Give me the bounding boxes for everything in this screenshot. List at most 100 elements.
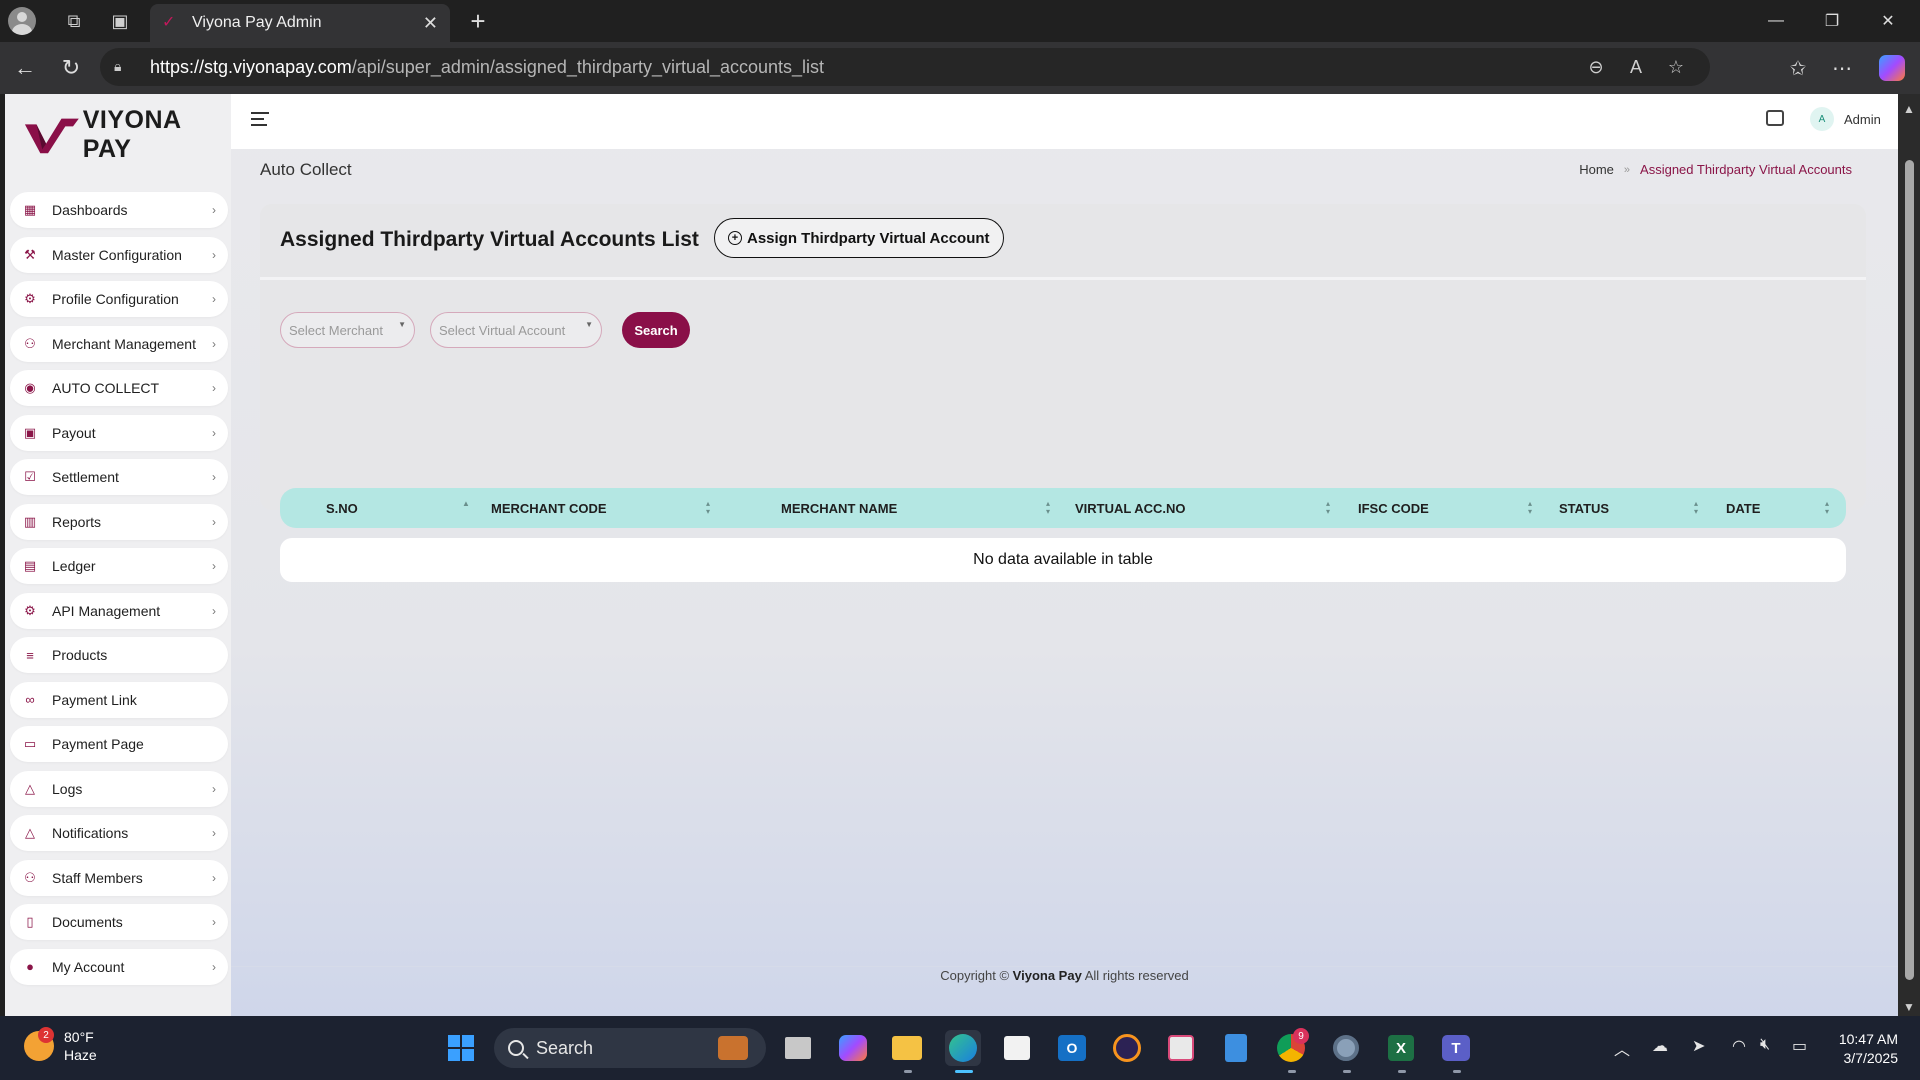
page-title: Auto Collect bbox=[260, 160, 352, 179]
close-window-icon[interactable]: ✕ bbox=[1860, 0, 1916, 42]
profile-icon[interactable] bbox=[0, 0, 44, 42]
copilot-icon[interactable] bbox=[1872, 48, 1912, 88]
wallet-icon[interactable] bbox=[1766, 110, 1784, 126]
sidebar-item-master-configuration[interactable]: ⚒ Master Configuration › bbox=[10, 236, 228, 273]
workspaces-icon[interactable]: ⧉ bbox=[52, 0, 96, 42]
sidebar-item-label: Products bbox=[52, 647, 108, 663]
zoom-icon[interactable]: ⊖ bbox=[1576, 57, 1616, 78]
app-running-indicator bbox=[904, 1070, 912, 1073]
chrome-icon[interactable]: 9 bbox=[1273, 1028, 1309, 1066]
sidebar-item-label: Master Configuration bbox=[52, 246, 182, 263]
edge-browser-icon[interactable] bbox=[945, 1030, 981, 1066]
search-button[interactable]: Search bbox=[622, 312, 690, 348]
breadcrumb-current: Assigned Thirdparty Virtual Accounts bbox=[1640, 162, 1852, 177]
scroll-down-icon[interactable]: ▼ bbox=[1903, 1000, 1915, 1014]
sidebar-item-api-management[interactable]: ⚙ API Management › bbox=[10, 592, 228, 629]
taskbar-search[interactable]: Search bbox=[494, 1028, 766, 1068]
file-explorer-icon[interactable] bbox=[889, 1030, 925, 1066]
scrollbar-thumb[interactable] bbox=[1905, 160, 1914, 980]
start-button[interactable] bbox=[443, 1030, 479, 1066]
more-options-icon[interactable]: ⋯ bbox=[1822, 48, 1862, 88]
sidebar-item-merchant-management[interactable]: ⚇ Merchant Management › bbox=[10, 325, 228, 362]
sidebar-item-notifications[interactable]: △ Notifications › bbox=[10, 815, 228, 851]
sidebar-item-profile-configuration[interactable]: ⚙ Profile Configuration › bbox=[10, 281, 228, 317]
sidebar-item-my-account[interactable]: ● My Account › bbox=[10, 948, 228, 985]
battery-icon[interactable]: ▭ bbox=[1792, 1036, 1807, 1056]
wifi-icon[interactable]: ◠ bbox=[1732, 1036, 1746, 1056]
merchant-select-placeholder: Select Merchant bbox=[289, 322, 383, 338]
tab-actions-icon[interactable]: ▣ bbox=[98, 0, 142, 42]
table-header-row: S.NO ▲ MERCHANT CODE ▴ ▾ MERCHANT NAME ▴ ▾… bbox=[280, 488, 1846, 528]
users-icon: ⚇ bbox=[24, 335, 36, 351]
sidebar-item-payment-link[interactable]: ∞ Payment Link bbox=[10, 681, 228, 718]
outlook-icon[interactable]: O bbox=[1054, 1030, 1090, 1066]
favorite-star-icon[interactable]: ☆ bbox=[1656, 57, 1696, 78]
excel-icon[interactable]: X bbox=[1383, 1030, 1419, 1066]
column-header-virtual-acc-no[interactable]: VIRTUAL ACC.NO ▴ ▾ bbox=[1075, 488, 1335, 528]
grid-icon: ▦ bbox=[23, 202, 37, 217]
virtual-account-select[interactable]: Select Virtual Account ▼ bbox=[430, 312, 602, 348]
close-tab-icon[interactable]: ✕ bbox=[423, 13, 438, 34]
sidebar-item-payment-page[interactable]: ▭ Payment Page bbox=[10, 726, 228, 762]
microsoft-store-icon[interactable] bbox=[999, 1030, 1035, 1066]
read-aloud-icon[interactable]: A bbox=[1616, 57, 1656, 78]
sidebar-item-products[interactable]: ≡ Products bbox=[10, 637, 228, 673]
sidebar-item-payout[interactable]: ▣ Payout › bbox=[10, 414, 228, 451]
column-header-sno[interactable]: S.NO ▲ bbox=[326, 488, 486, 528]
restore-window-icon[interactable]: ❐ bbox=[1804, 0, 1860, 42]
user-name[interactable]: Admin bbox=[1844, 112, 1881, 127]
location-icon[interactable]: ➤ bbox=[1692, 1036, 1705, 1056]
minimize-window-icon[interactable]: — bbox=[1748, 0, 1804, 42]
eclipse-icon[interactable] bbox=[1109, 1030, 1145, 1066]
weather-widget[interactable]: 2 80°F Haze bbox=[24, 1027, 97, 1064]
back-arrow-icon[interactable]: ← bbox=[2, 48, 48, 88]
system-clock[interactable]: 10:47 AM 3/7/2025 bbox=[1830, 1030, 1898, 1068]
browser-tab-active[interactable]: ✓ Viyona Pay Admin ✕ bbox=[150, 4, 450, 42]
settings-icon[interactable] bbox=[1328, 1030, 1364, 1066]
menu-toggle-icon[interactable] bbox=[251, 112, 269, 126]
volume-muted-icon[interactable]: 🔇︎ bbox=[1760, 1036, 1770, 1054]
app-running-indicator bbox=[1343, 1070, 1351, 1073]
scroll-up-icon[interactable]: ▲ bbox=[1903, 102, 1915, 116]
column-header-date[interactable]: DATE ▴ ▾ bbox=[1726, 488, 1836, 528]
weather-description: Haze bbox=[64, 1047, 97, 1063]
column-header-status[interactable]: STATUS ▴ ▾ bbox=[1559, 488, 1709, 528]
favorites-icon[interactable]: ✩ bbox=[1778, 48, 1818, 88]
sidebar-item-ledger[interactable]: ▤ Ledger › bbox=[10, 548, 228, 584]
site-info-icon[interactable]: 🔒︎ bbox=[114, 58, 132, 76]
sort-icon: ▴ ▾ bbox=[1694, 499, 1699, 516]
onedrive-icon[interactable]: ☁ bbox=[1652, 1036, 1668, 1056]
merchant-select[interactable]: Select Merchant ▼ bbox=[280, 312, 415, 348]
chevron-right-icon: › bbox=[212, 514, 216, 529]
bar-chart-icon: ▥ bbox=[23, 513, 37, 529]
teams-icon[interactable]: T bbox=[1438, 1030, 1474, 1066]
url-field[interactable]: 🔒︎ https://stg.viyonapay.com/api/super_a… bbox=[100, 48, 1710, 86]
page-scrollbar[interactable]: ▲ ▼ bbox=[1898, 94, 1920, 1016]
task-view-icon[interactable] bbox=[780, 1030, 816, 1066]
sidebar-item-staff-members[interactable]: ⚇ Staff Members › bbox=[10, 859, 228, 896]
column-header-merchant-code[interactable]: MERCHANT CODE ▴ ▾ bbox=[491, 488, 721, 528]
snipping-tool-icon[interactable] bbox=[1163, 1030, 1199, 1066]
viyona-pay-logo[interactable]: VIYONA PAY bbox=[23, 106, 231, 163]
sidebar-item-settlement[interactable]: ☑ Settlement › bbox=[10, 459, 228, 495]
sidebar-item-logs[interactable]: △ Logs › bbox=[10, 770, 228, 807]
breadcrumb-home[interactable]: Home bbox=[1579, 162, 1614, 177]
new-tab-button[interactable]: + bbox=[460, 4, 496, 38]
sidebar-item-reports[interactable]: ▥ Reports › bbox=[10, 503, 228, 540]
viyona-favicon-icon: ✓ bbox=[162, 14, 176, 31]
column-header-ifsc-code[interactable]: IFSC CODE ▴ ▾ bbox=[1358, 488, 1538, 528]
column-header-merchant-name[interactable]: MERCHANT NAME ▴ ▾ bbox=[781, 488, 1051, 528]
sidebar-item-auto-collect[interactable]: ◉ AUTO COLLECT › bbox=[10, 370, 228, 406]
chevron-right-icon: › bbox=[212, 336, 216, 351]
assign-virtual-account-button[interactable]: + Assign Thirdparty Virtual Account bbox=[714, 218, 1004, 258]
viyona-logo-mark-icon bbox=[24, 118, 79, 154]
notepad-icon[interactable] bbox=[1218, 1030, 1254, 1066]
avatar[interactable]: A bbox=[1810, 107, 1834, 131]
copilot-app-icon[interactable] bbox=[835, 1030, 871, 1066]
sort-icon: ▴ ▾ bbox=[1825, 499, 1830, 516]
show-hidden-icons-chevron-icon[interactable]: ︿ bbox=[1614, 1036, 1630, 1060]
sidebar-item-dashboards[interactable]: ▦ Dashboards › bbox=[10, 192, 228, 228]
sidebar-item-documents[interactable]: ▯ Documents › bbox=[10, 904, 228, 940]
card-title: Assigned Thirdparty Virtual Accounts Lis… bbox=[280, 228, 699, 251]
refresh-icon[interactable]: ↻ bbox=[48, 48, 94, 88]
